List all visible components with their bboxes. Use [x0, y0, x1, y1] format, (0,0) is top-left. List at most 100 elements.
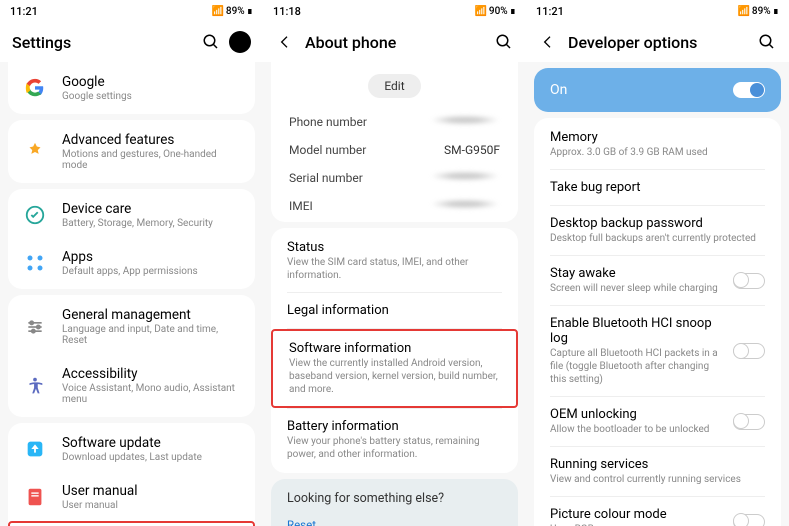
value: SM-G950F: [444, 143, 500, 157]
settings-list[interactable]: GoogleGoogle settings Advanced featuresM…: [0, 62, 263, 526]
sublabel: Desktop full backups aren't currently pr…: [550, 232, 757, 245]
settings-item-google[interactable]: GoogleGoogle settings: [8, 64, 255, 112]
label: Take bug report: [550, 180, 757, 195]
info-serial-number: Serial number: [271, 164, 518, 192]
signal-icon: 📶: [737, 6, 749, 17]
label: Advanced features: [62, 132, 241, 148]
section-legal-information[interactable]: Legal information: [271, 293, 518, 328]
item-stay-awake[interactable]: Stay awakeScreen will never sleep while …: [534, 256, 781, 305]
search-icon[interactable]: [201, 32, 221, 52]
sublabel: Voice Assistant, Mono audio, Assistant m…: [62, 383, 241, 405]
manual-icon: [22, 484, 48, 510]
settings-item-user-manual[interactable]: User manualUser manual: [8, 473, 255, 521]
master-toggle-row[interactable]: On: [534, 68, 781, 112]
footer-help: Looking for something else? Reset Contac…: [271, 479, 518, 526]
battery-text: 89%: [752, 6, 771, 17]
header: About phone: [263, 22, 526, 62]
label: Battery information: [287, 419, 502, 434]
on-label: On: [550, 82, 567, 98]
redacted: [430, 171, 500, 181]
device-care-icon: [22, 202, 48, 228]
settings-item-apps[interactable]: AppsDefault apps, App permissions: [8, 239, 255, 287]
accessibility-icon: [22, 373, 48, 399]
item-running-services[interactable]: Running servicesView and control current…: [534, 447, 781, 496]
item-take-bug-report[interactable]: Take bug report: [534, 170, 781, 205]
signal-icon: 📶: [474, 6, 486, 17]
label: Stay awake: [550, 266, 725, 281]
item-oem-unlocking[interactable]: OEM unlockingAllow the bootloader to be …: [534, 397, 781, 446]
label: Memory: [550, 130, 757, 145]
settings-item-about-phone[interactable]: About phoneStatus, Legal information, Ph…: [8, 521, 255, 526]
sublabel: Screen will never sleep while charging: [550, 282, 725, 295]
sublabel: View the SIM card status, IMEI, and othe…: [287, 256, 502, 282]
battery-icon: ∎: [247, 6, 253, 17]
statusbar: 11:18 📶 90% ∎: [263, 0, 526, 22]
header: Developer options: [526, 22, 789, 62]
redacted: [430, 199, 500, 209]
label: Desktop backup password: [550, 216, 757, 231]
statusbar: 11:21 📶 89% ∎: [0, 0, 263, 22]
update-icon: [22, 436, 48, 462]
item-picture-colour-mode[interactable]: Picture colour modeUse sRGB: [534, 497, 781, 526]
item-memory[interactable]: MemoryApprox. 3.0 GB of 3.9 GB RAM used: [534, 120, 781, 169]
info-imei: IMEI: [271, 192, 518, 220]
back-icon[interactable]: [275, 32, 295, 52]
sublabel: View and control currently running servi…: [550, 473, 757, 486]
settings-item-advanced-features[interactable]: Advanced featuresMotions and gestures, O…: [8, 122, 255, 181]
settings-item-accessibility[interactable]: AccessibilityVoice Assistant, Mono audio…: [8, 356, 255, 415]
status-icons: 📶 89% ∎: [211, 6, 253, 17]
section-battery-information[interactable]: Battery information View your phone's ba…: [271, 409, 518, 471]
screen-about-phone: 11:18 📶 90% ∎ About phone Edit Phone num…: [263, 0, 526, 526]
section-status[interactable]: Status View the SIM card status, IMEI, a…: [271, 230, 518, 292]
redacted: [430, 115, 500, 125]
general-icon: [22, 314, 48, 340]
item-desktop-backup-password[interactable]: Desktop backup passwordDesktop full back…: [534, 206, 781, 255]
label: Device care: [62, 201, 241, 217]
info-model-number: Model number SM-G950F: [271, 136, 518, 164]
label: Software information: [289, 341, 500, 356]
battery-icon: ∎: [510, 6, 516, 17]
dev-options-content[interactable]: On MemoryApprox. 3.0 GB of 3.9 GB RAM us…: [526, 62, 789, 526]
sublabel: Motions and gestures, One-handed mode: [62, 149, 241, 171]
signal-icon: 📶: [211, 6, 223, 17]
label: Software update: [62, 435, 241, 451]
battery-icon: ∎: [773, 6, 779, 17]
info-phone-number: Phone number: [271, 108, 518, 136]
statusbar: 11:21 📶 89% ∎: [526, 0, 789, 22]
toggle-off-icon[interactable]: [733, 514, 765, 526]
about-content[interactable]: Edit Phone number Model number SM-G950F S…: [263, 62, 526, 526]
toggle-off-icon[interactable]: [733, 273, 765, 289]
search-icon[interactable]: [757, 32, 777, 52]
key: Model number: [289, 143, 366, 157]
toggle-off-icon[interactable]: [733, 343, 765, 359]
edit-button[interactable]: Edit: [368, 74, 420, 98]
sublabel: Default apps, App permissions: [62, 266, 241, 277]
clock: 11:21: [536, 5, 564, 18]
search-icon[interactable]: [494, 32, 514, 52]
battery-text: 90%: [489, 6, 508, 17]
status-icons: 📶 89% ∎: [737, 6, 779, 17]
settings-item-device-care[interactable]: Device careBattery, Storage, Memory, Sec…: [8, 191, 255, 239]
link-reset[interactable]: Reset: [287, 514, 502, 526]
page-title: Settings: [12, 33, 201, 52]
toggle-on-icon[interactable]: [733, 82, 765, 98]
sublabel: Language and input, Date and time, Reset: [62, 324, 241, 346]
toggle-off-icon[interactable]: [733, 414, 765, 430]
battery-text: 89%: [226, 6, 245, 17]
settings-item-general-management[interactable]: General managementLanguage and input, Da…: [8, 297, 255, 356]
back-icon[interactable]: [538, 32, 558, 52]
sublabel: View the currently installed Android ver…: [289, 357, 500, 396]
avatar[interactable]: [229, 31, 251, 53]
label: Legal information: [287, 303, 502, 318]
section-software-information[interactable]: Software information View the currently …: [271, 329, 518, 408]
key: IMEI: [289, 199, 313, 213]
item-enable-bluetooth-hci[interactable]: Enable Bluetooth HCI snoop logCapture al…: [534, 306, 781, 396]
settings-item-software-update[interactable]: Software updateDownload updates, Last up…: [8, 425, 255, 473]
sublabel: Allow the bootloader to be unlocked: [550, 423, 725, 436]
clock: 11:18: [273, 5, 301, 18]
header: Settings: [0, 22, 263, 62]
footer-question: Looking for something else?: [287, 491, 502, 506]
status-icons: 📶 90% ∎: [474, 6, 516, 17]
label: Status: [287, 240, 502, 255]
screen-settings: 11:21 📶 89% ∎ Settings GoogleGoogle sett…: [0, 0, 263, 526]
